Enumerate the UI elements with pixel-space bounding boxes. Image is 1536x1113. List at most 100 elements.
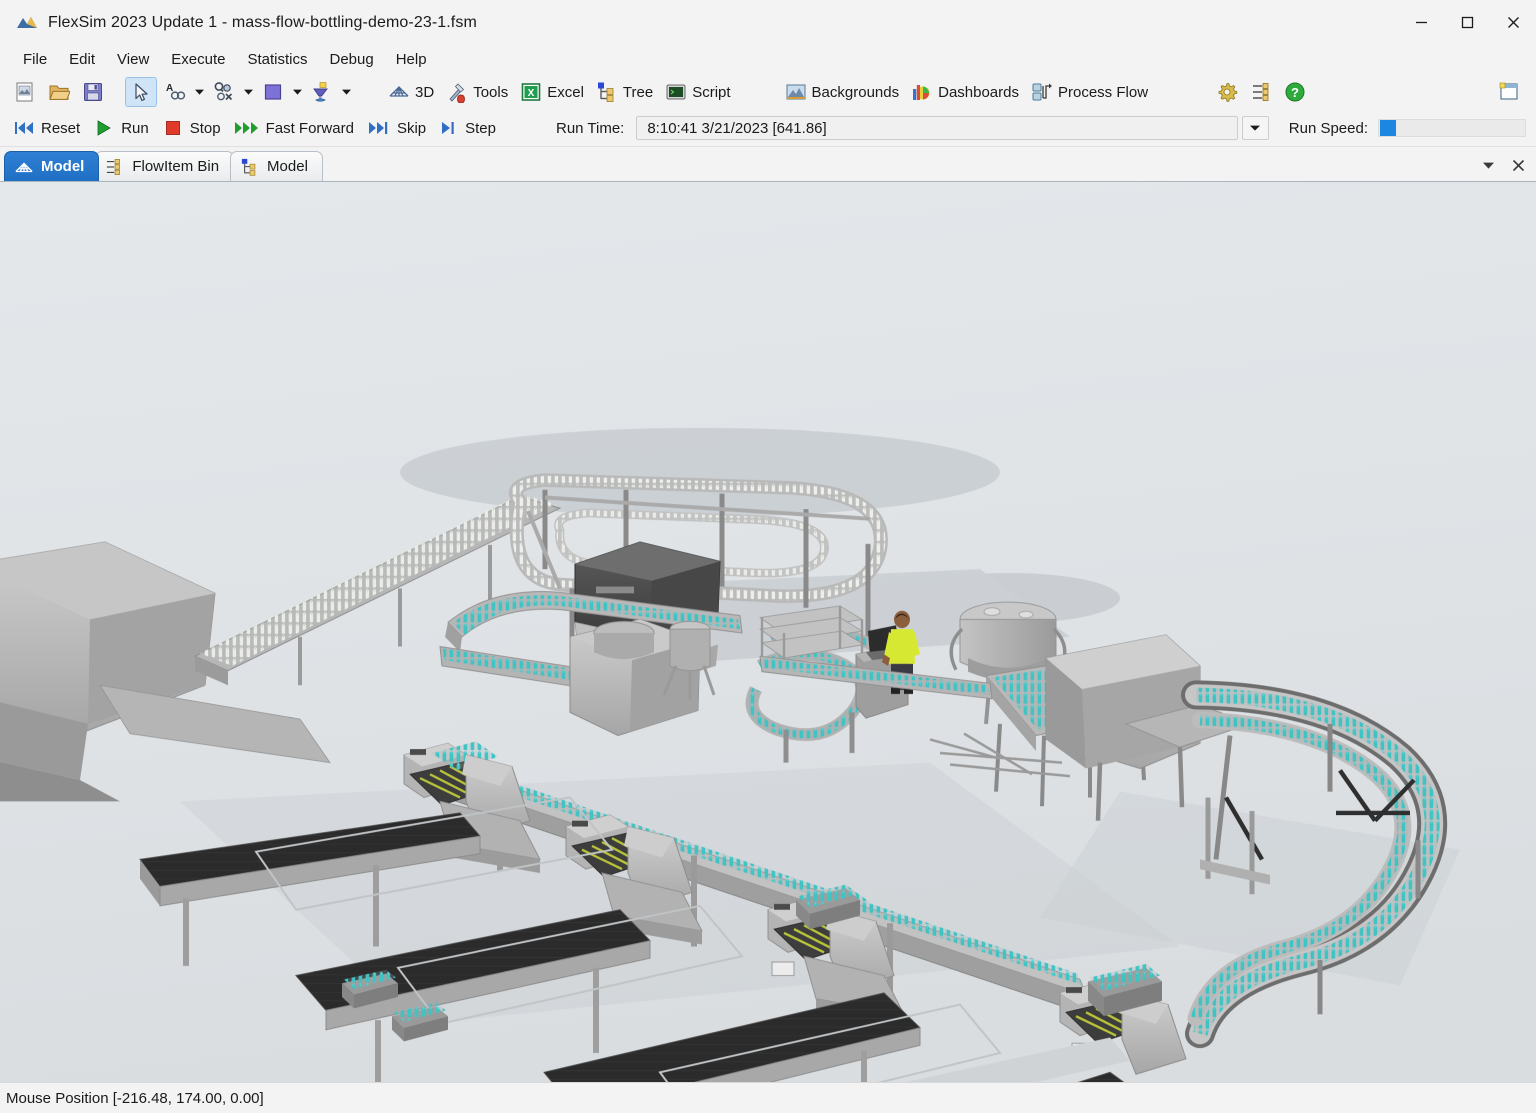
- gear-icon: [1216, 81, 1238, 103]
- backgrounds-label: Backgrounds: [812, 84, 900, 101]
- menu-item-view[interactable]: View: [106, 48, 160, 71]
- connect-objects-caret[interactable]: [192, 78, 207, 106]
- stop-button[interactable]: Stop: [157, 114, 229, 142]
- object-links-button[interactable]: [208, 77, 240, 107]
- dashboards-button[interactable]: Dashboards: [906, 77, 1024, 107]
- skip-label: Skip: [397, 120, 426, 137]
- help-question-icon: ?: [1284, 81, 1306, 103]
- new-document-icon: [14, 81, 36, 103]
- connect-objects-button[interactable]: A: [159, 77, 191, 107]
- tab-model-tree[interactable]: Model: [230, 151, 323, 181]
- menu-item-debug[interactable]: Debug: [319, 48, 385, 71]
- chevron-down-icon: [342, 89, 351, 95]
- window-controls: [1398, 0, 1536, 45]
- main-toolbar: A: [0, 74, 1536, 110]
- skip-button[interactable]: Skip: [362, 114, 434, 142]
- tree-node-icon: [240, 158, 260, 176]
- title-bar: FlexSim 2023 Update 1 - mass-flow-bottli…: [0, 0, 1536, 45]
- chevron-down-icon: [1483, 162, 1494, 169]
- run-speed-slider-thumb[interactable]: [1380, 120, 1396, 136]
- chevron-down-icon: [244, 89, 253, 95]
- highlight-tool-button[interactable]: [306, 77, 338, 107]
- fast-forward-label: Fast Forward: [266, 120, 354, 137]
- process-flow-label: Process Flow: [1058, 84, 1148, 101]
- run-button[interactable]: Run: [88, 114, 157, 142]
- view-3d-button[interactable]: 3D: [383, 77, 439, 107]
- open-model-button[interactable]: [43, 77, 75, 107]
- reset-button[interactable]: Reset: [8, 114, 88, 142]
- run-speed-slider[interactable]: [1378, 119, 1526, 137]
- tree-node-icon: [596, 81, 618, 103]
- view-3d-label: 3D: [415, 84, 434, 101]
- status-bar: Mouse Position [-216.48, 174.00, 0.00]: [0, 1082, 1536, 1113]
- highlight-paint-icon: [311, 81, 333, 103]
- flexsim-logo-icon: [16, 13, 38, 33]
- maximize-button[interactable]: [1444, 0, 1490, 45]
- script-label: Script: [692, 84, 730, 101]
- reset-window-layout-button[interactable]: [1493, 77, 1525, 107]
- menu-item-statistics[interactable]: Statistics: [236, 48, 318, 71]
- object-links-caret[interactable]: [241, 78, 256, 106]
- excel-button[interactable]: X Excel: [515, 77, 589, 107]
- step-forward-icon: [439, 119, 459, 137]
- menu-item-execute[interactable]: Execute: [160, 48, 236, 71]
- chevron-down-icon: [293, 89, 302, 95]
- highlight-tool-caret[interactable]: [339, 78, 354, 106]
- 3d-model-viewport[interactable]: [0, 182, 1536, 1082]
- help-button[interactable]: ?: [1279, 77, 1311, 107]
- minimize-button[interactable]: [1398, 0, 1444, 45]
- skip-next-icon: [367, 119, 391, 137]
- menu-item-edit[interactable]: Edit: [58, 48, 106, 71]
- tree-button[interactable]: Tree: [591, 77, 658, 107]
- select-object-button[interactable]: [125, 77, 157, 107]
- query-link-icon: [213, 81, 235, 103]
- tools-button[interactable]: Tools: [441, 77, 513, 107]
- tab-model-3d-label: Model: [41, 158, 84, 175]
- chevron-down-icon: [1250, 125, 1260, 131]
- tools-icon: [446, 81, 468, 103]
- close-tab-button[interactable]: [1508, 155, 1528, 175]
- step-label: Step: [465, 120, 496, 137]
- model-settings-button[interactable]: [1211, 77, 1243, 107]
- model-parameters-button[interactable]: [1245, 77, 1277, 107]
- save-model-button[interactable]: [77, 77, 109, 107]
- process-flow-button[interactable]: Process Flow: [1026, 77, 1153, 107]
- menu-item-file[interactable]: File: [12, 48, 58, 71]
- object-color-button[interactable]: [257, 77, 289, 107]
- tab-flowitem-bin[interactable]: FlowItem Bin: [95, 151, 234, 181]
- excel-label: Excel: [547, 84, 584, 101]
- fast-forward-icon: [234, 119, 260, 137]
- color-swatch-icon: [262, 81, 284, 103]
- run-time-field[interactable]: 8:10:41 3/21/2023 [641.86]: [636, 116, 1237, 140]
- backgrounds-image-icon: [785, 81, 807, 103]
- new-model-button[interactable]: [9, 77, 41, 107]
- flexsim-application-window: FlexSim 2023 Update 1 - mass-flow-bottli…: [0, 0, 1536, 1113]
- backgrounds-button[interactable]: Backgrounds: [780, 77, 905, 107]
- svg-text:?: ?: [1291, 85, 1299, 100]
- run-time-dropdown-button[interactable]: [1242, 116, 1269, 140]
- excel-sheet-icon: X: [520, 81, 542, 103]
- stop-label: Stop: [190, 120, 221, 137]
- tab-flowitem-bin-label: FlowItem Bin: [132, 158, 219, 175]
- script-button[interactable]: Script: [660, 77, 735, 107]
- step-button[interactable]: Step: [434, 114, 504, 142]
- fast-forward-button[interactable]: Fast Forward: [229, 114, 362, 142]
- svg-text:X: X: [528, 88, 535, 99]
- tab-bar-controls: [1478, 155, 1528, 175]
- menu-item-help[interactable]: Help: [385, 48, 438, 71]
- open-folder-icon: [48, 81, 70, 103]
- svg-text:A: A: [166, 83, 173, 94]
- run-time-label: Run Time:: [556, 120, 624, 137]
- reset-label: Reset: [41, 120, 80, 137]
- script-console-icon: [665, 81, 687, 103]
- close-button[interactable]: [1490, 0, 1536, 45]
- tab-model-tree-label: Model: [267, 158, 308, 175]
- reset-rewind-icon: [13, 119, 35, 137]
- object-color-caret[interactable]: [290, 78, 305, 106]
- toolbar-right-group: [1492, 77, 1526, 107]
- run-label: Run: [121, 120, 149, 137]
- tab-model-3d[interactable]: Model: [4, 151, 99, 181]
- tab-list-dropdown[interactable]: [1478, 155, 1498, 175]
- grid-3d-icon: [388, 81, 410, 103]
- tree-label: Tree: [623, 84, 653, 101]
